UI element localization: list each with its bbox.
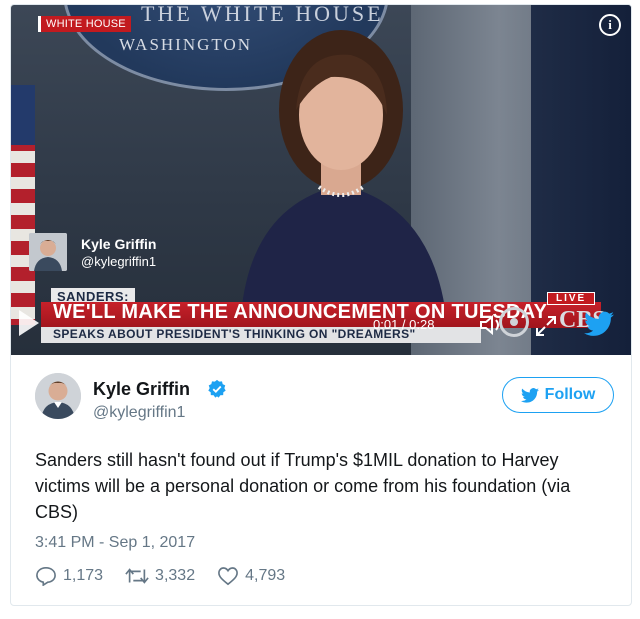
verified-badge-icon: [207, 379, 227, 404]
follow-label: Follow: [544, 386, 596, 403]
live-badge: LIVE: [547, 292, 596, 305]
follow-button[interactable]: Follow: [502, 377, 614, 413]
tweet-text: Sanders still hasn't found out if Trump'…: [35, 450, 571, 522]
tweet-card: THE WHITE HOUSE WASHINGTON WHITE HOUSE i: [10, 4, 632, 606]
play-icon[interactable]: [17, 308, 41, 343]
retweet-count: 3,332: [155, 567, 196, 584]
location-tag: WHITE HOUSE: [38, 16, 131, 32]
heart-icon: [218, 567, 239, 586]
avatar[interactable]: [35, 373, 81, 419]
author-name[interactable]: Kyle Griffin: [93, 379, 190, 400]
retweet-icon: [125, 568, 149, 584]
video-author-handle: @kylegriffin1: [81, 253, 157, 269]
video-time: 0:01 / 0:28: [373, 317, 435, 332]
retweet-action[interactable]: 3,332: [125, 566, 195, 586]
lower-third-headline: WE'LL MAKE THE ANNOUNCEMENT ON TUESDAY: [53, 301, 548, 323]
lower-third-subtext: SPEAKS ABOUT PRESIDENT'S THINKING ON "DR…: [53, 327, 416, 341]
expand-icon[interactable]: [535, 315, 557, 342]
volume-icon[interactable]: [479, 314, 505, 341]
info-icon[interactable]: i: [599, 14, 621, 36]
tweet-header: Kyle Griffin @kylegriffin1 Follow: [35, 373, 615, 433]
video-player[interactable]: THE WHITE HOUSE WASHINGTON WHITE HOUSE i: [11, 5, 631, 355]
reply-action[interactable]: 1,173: [35, 566, 103, 586]
flag-canton: [11, 85, 35, 145]
video-author-name: Kyle Griffin: [81, 235, 157, 252]
like-count: 4,793: [245, 567, 286, 584]
reply-count: 1,173: [63, 567, 104, 584]
tweet-actions: 1,173 3,332 4,793: [35, 566, 307, 586]
twitter-bird-icon: [520, 387, 539, 403]
reply-icon: [36, 566, 56, 586]
tweet-timestamp[interactable]: 3:41 PM - Sep 1, 2017: [35, 534, 195, 552]
author-handle[interactable]: @kylegriffin1: [93, 404, 185, 422]
video-author[interactable]: Kyle Griffin @kylegriffin1: [29, 233, 156, 271]
like-action[interactable]: 4,793: [217, 566, 285, 586]
video-author-avatar: [29, 233, 67, 271]
speaker-figure: [241, 30, 446, 315]
twitter-bird-icon[interactable]: [584, 311, 614, 342]
